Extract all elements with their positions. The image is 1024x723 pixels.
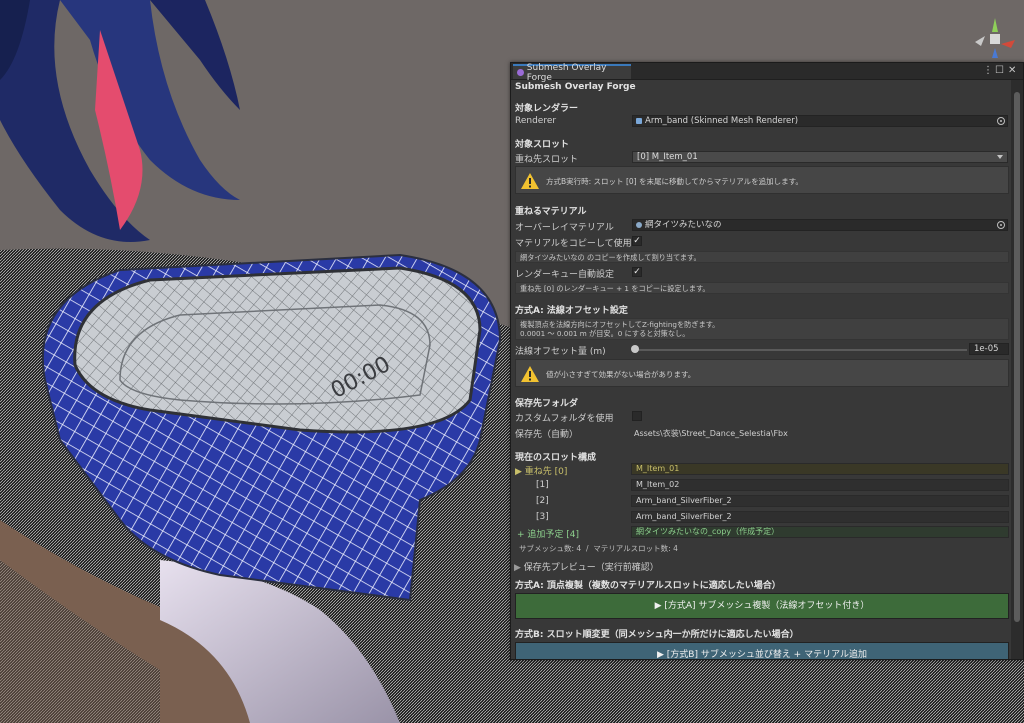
custom-folder-checkbox[interactable] [632,411,642,421]
slot-row-3-value: Arm_band_SilverFiber_2 [631,511,1009,523]
method-a-heading: 方式A: 頂点複製（複数のマテリアルスロットに適応したい場合） [515,581,781,591]
offset-heading: 方式A: 法線オフセット設定 [515,306,628,316]
method-b-heading: 方式B: スロット順変更（同メッシュ内一か所だけに適応したい場合） [515,630,799,640]
method-b-button[interactable]: ▶ [方式B] サブメッシュ並び替え + マテリアル追加 [515,642,1009,659]
offset-slider-label: 法線オフセット量 (m) [515,347,606,357]
overlay-material-label: オーバーレイマテリアル [515,223,614,233]
chevron-right-icon: ▶ [514,563,524,573]
offset-value-field[interactable]: 1e-05 [969,343,1009,355]
slot-row-3-label: [3] [536,512,549,522]
offset-info-line1: 複製頂点を法線方向にオフセットしてZ-fightingを防ぎます。 [520,320,720,329]
renderer-value: Arm_band (Skinned Mesh Renderer) [645,116,799,126]
slot-row-2-label: [2] [536,496,549,506]
renderer-object-field[interactable]: Arm_band (Skinned Mesh Renderer) [632,115,1008,127]
slot-dropdown[interactable]: [0] M_Item_01 [632,151,1008,163]
scrollbar-thumb[interactable] [1014,92,1020,622]
window-tab-bar: Submesh Overlay Forge ⋮ ☐ ✕ [511,63,1023,83]
method-a-button[interactable]: ▶ [方式A] サブメッシュ複製（法線オフセット付き） [515,593,1009,619]
tool-icon [517,69,524,76]
page-title: Submesh Overlay Forge [515,82,636,92]
slot-dropdown-value: [0] M_Item_01 [637,152,698,162]
slot-counts: サブメッシュ数: 4 / マテリアルスロット数: 4 [519,544,678,553]
material-icon [636,222,642,228]
object-picker-icon[interactable] [997,117,1005,125]
material-heading: 重ねるマテリアル [515,207,587,217]
maximize-icon[interactable]: ☐ [995,65,1004,77]
preview-foldout[interactable]: ▶ 保存先プレビュー（実行前確認） [514,560,659,573]
close-icon[interactable]: ✕ [1008,65,1016,77]
skinned-mesh-icon [636,118,642,124]
chevron-down-icon [997,155,1003,159]
preview-label: 保存先プレビュー（実行前確認） [523,563,659,573]
overlay-material-field[interactable]: 網タイツみたいなの [632,219,1008,231]
slot-row-1-label: [1] [536,480,549,490]
offset-slider-track[interactable] [635,349,967,351]
offset-warning-text: 値が小さすぎて効果がない場合があります。 [546,370,696,379]
warning-icon [521,366,539,382]
copy-material-info: 網タイツみたいなの のコピーを作成して割り当てます。 [515,251,1009,263]
render-queue-info: 重ね先 [0] のレンダーキュー + 1 をコピーに設定します。 [515,282,1009,294]
slot-warning-text: 方式B実行時: スロット [0] を末尾に移動してからマテリアルを追加します。 [546,177,803,186]
object-picker-icon[interactable] [997,221,1005,229]
offset-info-line2: 0.0001 ～ 0.001 m が目安。0 にすると対策なし。 [520,329,690,338]
overlay-material-value: 網タイツみたいなの [645,220,722,230]
offset-slider-thumb[interactable] [631,345,639,353]
window-tab[interactable]: Submesh Overlay Forge [513,63,631,83]
renderer-label: Renderer [515,116,557,126]
copy-material-checkbox[interactable]: ✓ [632,236,642,246]
offset-info-box: 複製頂点を法線方向にオフセットしてZ-fightingを防ぎます。 0.0001… [515,318,1009,340]
inspector-content: Submesh Overlay Forge 対象レンダラー Renderer A… [511,80,1011,659]
submesh-overlay-forge-window: Submesh Overlay Forge ⋮ ☐ ✕ Submesh Over… [510,62,1024,660]
slot-label: 重ね先スロット [515,155,579,165]
slot-row-1-value: M_Item_02 [631,479,1009,491]
slot-row-4-value: 網タイツみたいなの_copy（作成予定） [631,526,1009,538]
render-queue-checkbox[interactable]: ✓ [632,267,642,277]
vertical-scrollbar[interactable] [1011,80,1023,659]
slot-heading: 対象スロット [515,140,570,150]
offset-warning-box: 値が小さすぎて効果がない場合があります。 [515,359,1009,387]
copy-material-label: マテリアルをコピーして使用 [515,239,632,249]
slot-row-0-label: ▶ 重ね先 [0] [515,467,568,477]
save-path-value: Assets\衣装\Street_Dance_Selestia\Fbx [634,429,788,438]
warning-icon [521,173,539,189]
save-heading: 保存先フォルダ [515,399,579,409]
renderer-heading: 対象レンダラー [515,104,579,114]
custom-folder-label: カスタムフォルダを使用 [515,414,614,424]
render-queue-label: レンダーキュー自動設定 [515,270,615,280]
kebab-menu-icon[interactable]: ⋮ [983,65,993,77]
slots-heading: 現在のスロット構成 [515,453,597,463]
slot-row-2-value: Arm_band_SilverFiber_2 [631,495,1009,507]
save-path-label: 保存先（自動） [515,430,579,440]
slot-warning-box: 方式B実行時: スロット [0] を末尾に移動してからマテリアルを追加します。 [515,166,1009,194]
slot-row-4-label: + 追加予定 [4] [517,530,580,540]
slot-row-0-value: M_Item_01 [631,463,1009,475]
